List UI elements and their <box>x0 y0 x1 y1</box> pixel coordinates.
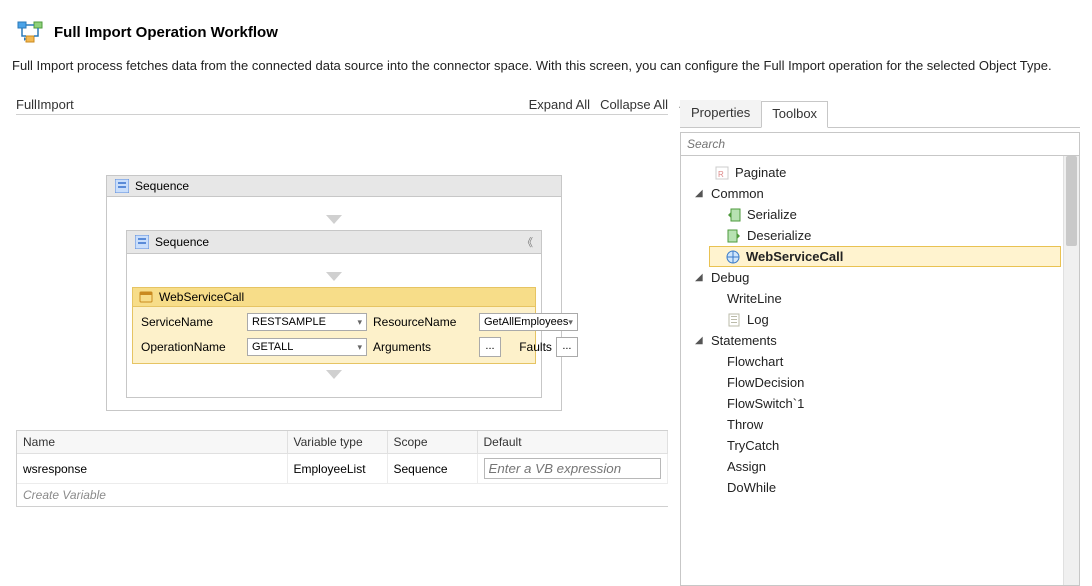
toolbox-item-label: DoWhile <box>727 480 776 495</box>
toolbox-item-label: Log <box>747 312 769 327</box>
variable-name-cell[interactable]: wsresponse <box>17 454 287 484</box>
sequence-icon <box>115 179 129 193</box>
toolbox-item-label: Assign <box>727 459 766 474</box>
variable-default-input[interactable] <box>484 458 662 479</box>
arguments-label: Arguments <box>373 340 473 354</box>
toolbox-item-flowdecision[interactable]: FlowDecision <box>681 372 1079 393</box>
sequence-icon <box>135 235 149 249</box>
operationname-label: OperationName <box>141 340 241 354</box>
servicename-value: RESTSAMPLE <box>252 316 326 328</box>
toolbox-item-trycatch[interactable]: TryCatch <box>681 435 1079 456</box>
twisty-icon: ◢ <box>695 272 705 283</box>
chevron-down-icon: ▾ <box>357 342 362 353</box>
col-scope[interactable]: Scope <box>387 431 477 454</box>
chevron-down-icon: ▾ <box>357 317 362 328</box>
toolbox-search-input[interactable] <box>681 133 1079 155</box>
toolbox-item-webservicecall[interactable]: WebServiceCall <box>709 246 1061 267</box>
webservicecall-title: WebServiceCall <box>159 290 244 304</box>
page-title: Full Import Operation Workflow <box>54 24 278 41</box>
col-name[interactable]: Name <box>17 431 287 454</box>
variables-panel: Name Variable type Scope Default wsrespo… <box>16 430 668 507</box>
scrollbar-thumb[interactable] <box>1066 156 1077 246</box>
toolbox-item-label: Serialize <box>747 207 797 222</box>
toolbox-item-log[interactable]: Log <box>681 309 1079 330</box>
variable-type-cell[interactable]: EmployeeList <box>287 454 387 484</box>
toolbox-category-debug[interactable]: ◢ Debug <box>681 267 1079 288</box>
variables-header-row: Name Variable type Scope Default <box>17 431 668 454</box>
col-default[interactable]: Default <box>477 431 668 454</box>
toolbox-item-flowchart[interactable]: Flowchart <box>681 351 1079 372</box>
deserialize-icon <box>727 229 741 243</box>
page-description: Full Import process fetches data from th… <box>0 54 1092 97</box>
col-type[interactable]: Variable type <box>287 431 387 454</box>
workflow-name: FullImport <box>16 97 74 112</box>
serialize-icon <box>727 208 741 222</box>
toolbox-item-label: Deserialize <box>747 228 811 243</box>
toolbox-item-dowhile[interactable]: DoWhile <box>681 477 1079 498</box>
faults-button[interactable]: ... <box>556 337 578 357</box>
toolbox-scrollbar[interactable]: ▴ <box>1063 156 1079 585</box>
expand-all-link[interactable]: Expand All <box>529 97 590 112</box>
toolbox-category-statements[interactable]: ◢ Statements <box>681 330 1079 351</box>
toolbox-item-serialize[interactable]: Serialize <box>681 204 1079 225</box>
inner-sequence-label: Sequence <box>155 235 209 249</box>
toolbox-item-label: Paginate <box>735 165 786 180</box>
drop-target-icon[interactable] <box>326 370 342 379</box>
toolbox-item-deserialize[interactable]: Deserialize <box>681 225 1079 246</box>
servicename-combo[interactable]: RESTSAMPLE ▾ <box>247 313 367 331</box>
workflow-icon <box>16 18 44 46</box>
toolbox-item-label: Throw <box>727 417 763 432</box>
webservicecall-activity[interactable]: WebServiceCall ServiceName RESTSAMPLE ▾ … <box>132 287 536 364</box>
collapse-icon[interactable]: 《 <box>522 234 533 250</box>
tab-toolbox[interactable]: Toolbox <box>761 101 828 128</box>
outer-sequence-label: Sequence <box>135 179 189 193</box>
paginate-icon: R <box>715 166 729 180</box>
webservicecall-icon <box>726 250 740 264</box>
inner-sequence-header[interactable]: Sequence 《 <box>127 231 541 254</box>
toolbox-category-common[interactable]: ◢ Common <box>681 183 1079 204</box>
toolbox-item-label: FlowSwitch`1 <box>727 396 804 411</box>
tab-properties[interactable]: Properties <box>680 100 761 127</box>
toolbox-category-label: Debug <box>711 270 749 285</box>
toolbox-item-paginate[interactable]: R Paginate <box>681 162 1079 183</box>
toolbox-item-assign[interactable]: Assign <box>681 456 1079 477</box>
toolbox-item-flowswitch[interactable]: FlowSwitch`1 <box>681 393 1079 414</box>
operationname-combo[interactable]: GETALL ▾ <box>247 338 367 356</box>
toolbox-item-label: Flowchart <box>727 354 783 369</box>
variable-scope-cell[interactable]: Sequence <box>387 454 477 484</box>
collapse-all-link[interactable]: Collapse All <box>600 97 668 112</box>
operationname-value: GETALL <box>252 341 293 353</box>
resourcename-label: ResourceName <box>373 315 473 329</box>
arguments-button[interactable]: ... <box>479 337 501 357</box>
log-icon <box>727 313 741 327</box>
toolbox-category-label: Statements <box>711 333 777 348</box>
faults-label: Faults <box>519 340 552 354</box>
toolbox-item-label: TryCatch <box>727 438 779 453</box>
outer-sequence-header[interactable]: Sequence <box>107 176 561 197</box>
toolbox-item-throw[interactable]: Throw <box>681 414 1079 435</box>
toolbox-item-writeline[interactable]: WriteLine <box>681 288 1079 309</box>
svg-text:R: R <box>718 170 724 179</box>
create-variable-link[interactable]: Create Variable <box>17 483 668 506</box>
toolbox-item-label: FlowDecision <box>727 375 804 390</box>
twisty-icon: ◢ <box>695 188 705 199</box>
drop-target-icon[interactable] <box>326 272 342 281</box>
resourcename-value: GetAllEmployees <box>484 316 568 328</box>
toolbox-item-label: WebServiceCall <box>746 249 843 264</box>
resourcename-combo[interactable]: GetAllEmployees ▾ <box>479 313 578 331</box>
drop-target-icon[interactable] <box>326 215 342 224</box>
activity-icon <box>139 290 153 304</box>
toolbox-item-label: WriteLine <box>727 291 782 306</box>
toolbox-category-label: Common <box>711 186 764 201</box>
variable-row[interactable]: wsresponse EmployeeList Sequence <box>17 454 668 484</box>
chevron-down-icon: ▾ <box>568 317 573 328</box>
servicename-label: ServiceName <box>141 315 241 329</box>
twisty-icon: ◢ <box>695 335 705 346</box>
